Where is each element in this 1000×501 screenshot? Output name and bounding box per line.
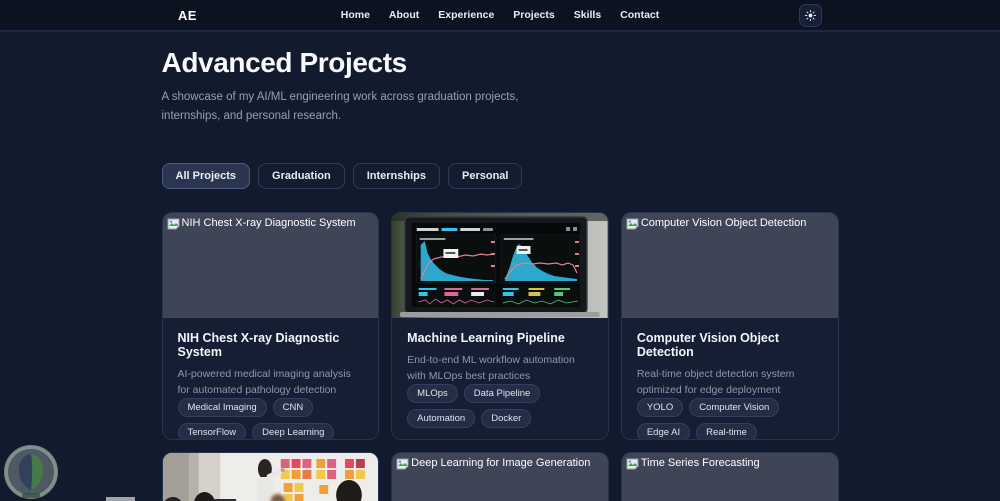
- tag: Edge AI: [636, 423, 691, 439]
- broken-image-icon: [167, 218, 179, 230]
- broken-image-icon: [626, 458, 639, 470]
- broken-image-alt: Time Series Forecasting: [626, 457, 760, 470]
- tag: YOLO: [636, 398, 684, 418]
- tag: Real-time: [696, 423, 757, 439]
- broken-image-icon: [626, 218, 639, 230]
- sun-icon: [805, 10, 816, 21]
- project-filters: All Projects Graduation Internships Pers…: [161, 162, 839, 189]
- nav-link-home[interactable]: Home: [341, 9, 370, 21]
- broken-image-alt: Deep Learning for Image Generation: [396, 457, 590, 470]
- filter-personal[interactable]: Personal: [448, 162, 523, 189]
- nav-links: Home About Experience Projects Skills Co…: [341, 9, 660, 21]
- filter-all-projects[interactable]: All Projects: [161, 162, 251, 189]
- tag: CNN: [272, 398, 314, 418]
- nav-link-skills[interactable]: Skills: [574, 9, 601, 21]
- site-logo[interactable]: AE: [178, 8, 197, 23]
- project-image-analytics-dashboard: [392, 212, 608, 318]
- bottom-edge-artifact: [106, 497, 135, 501]
- tag: Medical Imaging: [177, 398, 267, 418]
- project-card-row2-middle[interactable]: Deep Learning for Image Generation: [391, 451, 609, 501]
- analytics-dashboard-photo: [392, 212, 608, 318]
- project-title: Computer Vision Object Detection: [636, 330, 779, 359]
- projects-grid: NIH Chest X-ray Diagnostic System NIH Ch…: [161, 211, 839, 501]
- card-body: Machine Learning Pipeline End-to-end ML …: [392, 318, 608, 439]
- tag: Computer Vision: [689, 398, 780, 418]
- project-tags: MLOps Data Pipeline Automation Docker: [407, 384, 593, 429]
- tag: Docker: [481, 409, 532, 429]
- nav-link-experience[interactable]: Experience: [438, 9, 494, 21]
- project-tags: Medical Imaging CNN TensorFlow Deep Lear…: [177, 398, 364, 439]
- project-description: End-to-end ML workflow automation with M…: [407, 353, 575, 382]
- main-content: Advanced Projects A showcase of my AI/ML…: [161, 47, 839, 501]
- navbar: AE Home About Experience Projects Skills…: [0, 0, 1000, 32]
- nav-link-contact[interactable]: Contact: [620, 9, 659, 21]
- filter-graduation[interactable]: Graduation: [258, 162, 345, 189]
- project-image-broken: Computer Vision Object Detection: [621, 212, 838, 318]
- project-image-broken: NIH Chest X-ray Diagnostic System: [162, 212, 379, 318]
- tag: TensorFlow: [177, 423, 247, 439]
- project-image-team-meeting: [162, 452, 379, 501]
- project-card-row2-left[interactable]: [161, 451, 380, 501]
- project-description: Real-time object detection system optimi…: [636, 367, 795, 396]
- tag: MLOps: [407, 384, 458, 404]
- project-image-broken: Deep Learning for Image Generation: [392, 452, 608, 501]
- watermark-logo: [4, 445, 58, 499]
- tag: Deep Learning: [252, 423, 335, 439]
- nav-link-about[interactable]: About: [389, 9, 419, 21]
- filter-internships[interactable]: Internships: [352, 162, 440, 189]
- project-image-broken: Time Series Forecasting: [621, 452, 838, 501]
- project-description: AI-powered medical imaging analysis for …: [177, 367, 351, 396]
- card-body: Computer Vision Object Detection Real-ti…: [622, 318, 838, 439]
- project-tags: YOLO Computer Vision Edge AI Real-time: [636, 398, 823, 439]
- theme-toggle-button[interactable]: [799, 4, 822, 27]
- team-meeting-photo: [162, 452, 379, 501]
- nav-link-projects[interactable]: Projects: [513, 9, 554, 21]
- page-subtitle: A showcase of my AI/ML engineering work …: [161, 91, 519, 122]
- project-card-nih-chest-xray[interactable]: NIH Chest X-ray Diagnostic System NIH Ch…: [161, 211, 380, 440]
- broken-image-alt: Computer Vision Object Detection: [626, 217, 806, 230]
- broken-image-alt: NIH Chest X-ray Diagnostic System: [167, 217, 356, 230]
- project-card-ml-pipeline[interactable]: Machine Learning Pipeline End-to-end ML …: [391, 211, 609, 440]
- project-card-cv-object-detection[interactable]: Computer Vision Object Detection Compute…: [620, 211, 839, 440]
- broken-image-icon: [396, 458, 409, 470]
- project-title: Machine Learning Pipeline: [407, 330, 565, 345]
- project-card-row2-right[interactable]: Time Series Forecasting: [620, 451, 839, 501]
- tag: Data Pipeline: [463, 384, 541, 404]
- card-body: NIH Chest X-ray Diagnostic System AI-pow…: [163, 318, 379, 439]
- project-title: NIH Chest X-ray Diagnostic System: [177, 330, 340, 359]
- tag: Automation: [407, 409, 476, 429]
- page-title: Advanced Projects: [161, 47, 408, 78]
